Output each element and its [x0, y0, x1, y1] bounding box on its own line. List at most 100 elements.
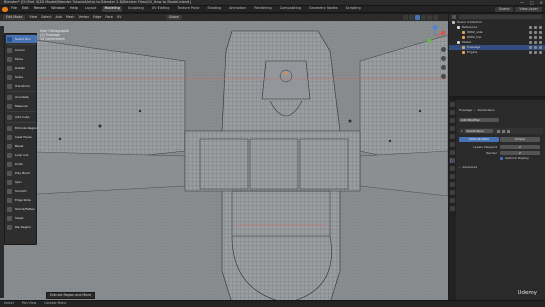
physics-tab-icon[interactable]: [450, 174, 455, 179]
solid-shading-icon[interactable]: [421, 15, 426, 20]
tool-extrude[interactable]: Extrude Region: [6, 124, 38, 132]
eye-icon[interactable]: [534, 26, 537, 29]
advanced-section[interactable]: › Advanced: [459, 166, 477, 169]
workspace-tab-sculpting[interactable]: Sculpting: [126, 6, 146, 11]
perspective-toggle-icon[interactable]: [441, 74, 446, 79]
view-layer-tab-icon[interactable]: [450, 126, 455, 131]
scene-selector[interactable]: Scene: [495, 6, 514, 13]
viewport-menu-face[interactable]: Face: [105, 15, 112, 19]
tool-inset[interactable]: Inset Faces: [6, 133, 37, 141]
camera-icon[interactable]: [539, 46, 542, 49]
checkbox-icon[interactable]: [529, 46, 532, 49]
data-tab-icon[interactable]: [450, 190, 455, 195]
rendered-shading-icon[interactable]: [433, 15, 438, 20]
constraints-tab-icon[interactable]: [450, 182, 455, 187]
output-tab-icon[interactable]: [450, 118, 455, 123]
eye-icon[interactable]: [534, 51, 537, 54]
workspace-tab-modeling[interactable]: Modeling: [102, 6, 122, 12]
render-levels-field[interactable]: 2: [500, 151, 540, 155]
expand-arrow-icon[interactable]: ▾: [461, 129, 463, 133]
optimal-display-checkbox[interactable]: [500, 157, 503, 160]
pan-hand-icon[interactable]: [441, 56, 446, 61]
menu-help[interactable]: Help: [70, 7, 78, 11]
menu-file[interactable]: File: [11, 7, 17, 11]
tool-tab-icon[interactable]: [450, 102, 455, 107]
render-tab-icon[interactable]: [450, 110, 455, 115]
workspace-tab-texture-paint[interactable]: Texture Paint: [175, 6, 201, 11]
tab-catmull-clark[interactable]: Catmull-Clark: [459, 137, 499, 142]
eye-icon[interactable]: [534, 46, 537, 49]
camera-view-icon[interactable]: [441, 65, 446, 70]
viewport-toggle-icon[interactable]: [501, 129, 505, 133]
viewport-menu-mesh[interactable]: Mesh: [66, 15, 75, 19]
world-tab-icon[interactable]: [450, 142, 455, 147]
camera-icon[interactable]: [539, 41, 542, 44]
tool-annotate[interactable]: Annotate: [6, 93, 37, 101]
modifier-name-field[interactable]: Subdivision: [464, 129, 493, 133]
checkbox-icon[interactable]: [529, 26, 532, 29]
tool-shear[interactable]: Shear: [6, 214, 37, 222]
texture-tab-icon[interactable]: [450, 206, 455, 211]
tool-transform[interactable]: Transform: [6, 82, 37, 90]
tool-edge-slide[interactable]: Edge Slide: [6, 196, 37, 204]
tool-move[interactable]: Move: [6, 55, 37, 63]
workspace-tab-geometry-nodes[interactable]: Geometry Nodes: [307, 6, 340, 11]
checkbox-icon[interactable]: [529, 36, 532, 39]
tool-select-box[interactable]: Select Box: [6, 35, 37, 43]
tab-simple[interactable]: Simple: [500, 137, 540, 142]
camera-icon[interactable]: [539, 26, 542, 29]
tool-measure[interactable]: Measure: [6, 102, 37, 110]
eye-icon[interactable]: [534, 36, 537, 39]
workspace-tab-uv-editing[interactable]: UV Editing: [150, 6, 172, 11]
workspace-tab-scripting[interactable]: Scripting: [344, 6, 363, 11]
tool-shrink-fatten[interactable]: Shrink/Fatten: [6, 205, 37, 213]
close-button[interactable]: ✕: [540, 1, 543, 5]
outliner-filter-icon[interactable]: [452, 15, 456, 19]
xray-icon[interactable]: [409, 15, 414, 20]
navigation-gizmo[interactable]: [424, 25, 446, 47]
viewport-menu-edge[interactable]: Edge: [93, 15, 101, 19]
tool-cursor[interactable]: Cursor: [6, 46, 37, 54]
object-tab-icon[interactable]: [450, 150, 455, 155]
tool-bevel[interactable]: Bevel: [6, 142, 37, 150]
3d-viewport[interactable]: User Orthographic (1) Fuselage 10 Centim…: [0, 21, 448, 303]
wireframe-shading-icon[interactable]: [415, 15, 420, 20]
checkbox-icon[interactable]: [529, 31, 532, 34]
eye-icon[interactable]: [534, 31, 537, 34]
workspace-tab-compositing[interactable]: Compositing: [278, 6, 303, 11]
tool-scale[interactable]: Scale: [6, 73, 37, 81]
workspace-tab-animation[interactable]: Animation: [227, 6, 248, 11]
viewport-menu-select[interactable]: Select: [41, 15, 51, 19]
checkbox-icon[interactable]: [529, 41, 532, 44]
tool-spin[interactable]: Spin: [6, 178, 37, 186]
outliner-search-input[interactable]: [459, 15, 542, 19]
zoom-icon[interactable]: [441, 47, 446, 52]
tool-smooth[interactable]: Smooth: [6, 187, 37, 195]
menu-render[interactable]: Render: [34, 7, 46, 11]
add-modifier-button[interactable]: Add Modifier: [459, 118, 499, 122]
tool-add-cube[interactable]: Add Cube: [6, 113, 37, 121]
viewport-menu-view[interactable]: View: [29, 15, 37, 19]
tool-rotate[interactable]: Rotate: [6, 64, 37, 72]
render-toggle-icon[interactable]: [506, 129, 510, 133]
maximize-button[interactable]: □: [530, 1, 534, 5]
mode-selector[interactable]: Edit Mode: [3, 14, 26, 21]
eye-icon[interactable]: [534, 41, 537, 44]
tool-poly-build[interactable]: Poly Build: [6, 169, 37, 177]
workspace-tab-rendering[interactable]: Rendering: [252, 6, 273, 11]
last-operation-panel[interactable]: Extrude Region and Move: [46, 292, 95, 300]
levels-viewport-field[interactable]: 2: [500, 145, 540, 149]
workspace-tab-shading[interactable]: Shading: [205, 6, 223, 11]
tool-rip-region[interactable]: Rip Region: [6, 223, 37, 231]
viewport-menu-uv[interactable]: UV: [117, 15, 122, 19]
camera-icon[interactable]: [539, 36, 542, 39]
scene-tab-icon[interactable]: [450, 134, 455, 139]
tool-loop-cut[interactable]: Loop Cut: [6, 151, 37, 159]
transform-orientation-selector[interactable]: Global: [165, 14, 183, 21]
checkbox-icon[interactable]: [529, 51, 532, 54]
menu-window[interactable]: Window: [51, 7, 65, 11]
viewport-menu-vertex[interactable]: Vertex: [79, 15, 90, 19]
material-tab-icon[interactable]: [450, 198, 455, 203]
edit-mode-toggle-icon[interactable]: [496, 129, 500, 133]
minimize-button[interactable]: —: [520, 1, 524, 5]
